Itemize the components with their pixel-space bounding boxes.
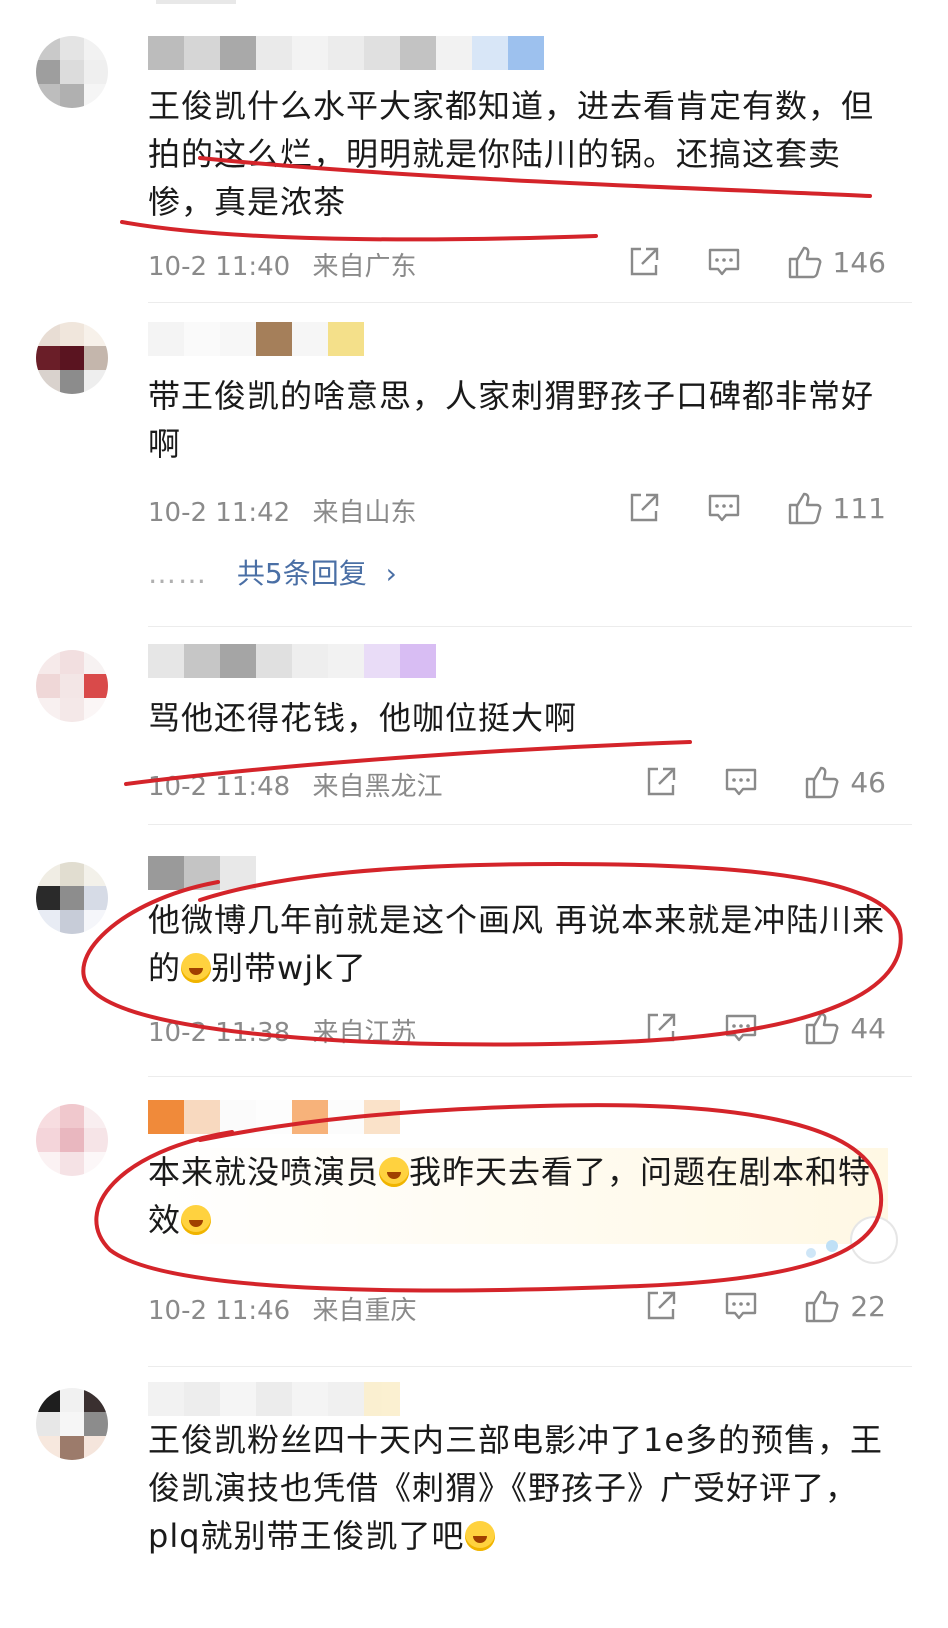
like-icon [806,766,839,799]
comment-button[interactable] [724,1290,758,1322]
like-count: 111 [832,491,886,525]
comment-icon [726,1014,757,1042]
comment-meta: 10-2 11:48 来自黑龙江 [148,766,456,803]
like-button[interactable]: 22 [804,1288,886,1324]
laugh-cry-emoji [379,1157,410,1187]
divider [148,824,912,825]
comment-text-part: 王俊凯粉丝四十天内三部电影冲了1e多的预售，王俊凯演技也凭借《刺猬》《野孩子》广… [148,1421,884,1555]
laugh-cry-emoji [181,1205,212,1235]
comment-icon [726,1292,757,1320]
username-pixelated[interactable] [148,1100,400,1134]
comment-icon [726,768,757,796]
laugh-cry-emoji [464,1521,495,1551]
comment-time: 10-2 11:48 [148,772,291,802]
comment-text-part: 别带wjk了 [211,949,367,987]
comment-text: 带王俊凯的啥意思，人家刺猬野孩子口碑都非常好啊 [148,377,875,463]
comment-button[interactable] [724,766,758,798]
avatar[interactable] [36,650,108,722]
laugh-cry-emoji [181,953,212,983]
like-count: 44 [850,1011,886,1045]
comment-text: 本来就没喷演员 我昨天去看了，问题在剧本和特效 [148,1148,888,1244]
top-edge [156,0,236,4]
share-icon [630,247,658,276]
like-count: 146 [832,245,886,279]
divider [148,626,912,627]
comment-icon [708,494,739,522]
comment-text: 王俊凯什么水平大家都知道，进去看肯定有数，但拍的这么烂，明明就是你陆川的锅。还搞… [148,87,875,221]
username-pixelated[interactable] [148,322,364,356]
comment-location: 来自黑龙江 [312,772,443,802]
comment-actions: 46 [644,764,886,800]
comment-text-part: 本来就没喷演员 [148,1153,380,1191]
comment-text: 他微博几年前就是这个画风 再说本来就是冲陆川来的 别带wjk了 [148,896,888,992]
comment-time: 10-2 11:46 [148,1296,291,1326]
avatar[interactable] [36,36,108,108]
replies-dots: …… [148,557,208,590]
like-button[interactable]: 44 [804,1010,886,1046]
share-button[interactable] [627,245,661,279]
comment-location: 来自江苏 [312,1018,417,1048]
share-icon [648,1291,676,1320]
like-icon [806,1290,839,1323]
share-icon [648,767,676,796]
comment-actions: 22 [644,1288,886,1324]
like-icon [788,246,821,279]
divider [148,1076,912,1077]
like-count: 46 [850,765,886,799]
comment-location: 来自山东 [312,498,417,528]
comment-meta: 10-2 11:46 来自重庆 [148,1290,430,1327]
bubble-decoration [806,1248,816,1258]
replies-label: 共5条回复 [236,557,367,590]
comment-button[interactable] [707,246,741,278]
username-pixelated[interactable] [148,856,256,890]
share-icon [630,493,658,522]
bubble-decoration [826,1240,838,1252]
avatar[interactable] [36,1388,108,1460]
username-pixelated[interactable] [148,36,544,70]
comment-button[interactable] [707,492,741,524]
sticker-decoration [850,1216,898,1264]
like-button[interactable]: 111 [787,490,886,526]
username-pixelated[interactable] [148,644,436,678]
comment-meta: 10-2 11:38 来自江苏 [148,1012,430,1049]
comment-actions: 146 [627,244,886,280]
like-button[interactable]: 46 [804,764,886,800]
like-icon [806,1012,839,1045]
avatar[interactable] [36,322,108,394]
comment-actions: 44 [644,1010,886,1046]
comment-time: 10-2 11:42 [148,498,291,528]
comment-meta: 10-2 11:40 来自广东 [148,246,430,283]
share-button[interactable] [644,1011,678,1045]
chevron-right-icon: › [385,557,397,590]
like-icon [788,492,821,525]
comment-icon [708,248,739,276]
avatar[interactable] [36,862,108,934]
comment-location: 来自重庆 [312,1296,417,1326]
share-button[interactable] [627,491,661,525]
comment-actions: 111 [627,490,886,526]
divider [148,302,912,303]
comment-button[interactable] [724,1012,758,1044]
share-button[interactable] [644,1289,678,1323]
view-replies-link[interactable]: …… 共5条回复 › [148,552,397,592]
comment-time: 10-2 11:38 [148,1018,291,1048]
comment-location: 来自广东 [312,252,417,282]
comment-text: 王俊凯粉丝四十天内三部电影冲了1e多的预售，王俊凯演技也凭借《刺猬》《野孩子》广… [148,1416,888,1560]
username-pixelated[interactable] [148,1382,400,1416]
comment-text: 骂他还得花钱，他咖位挺大啊 [148,699,578,737]
comment-meta: 10-2 11:42 来自山东 [148,492,430,529]
comment-time: 10-2 11:40 [148,252,291,282]
avatar[interactable] [36,1104,108,1176]
share-button[interactable] [644,765,678,799]
like-count: 22 [850,1289,886,1323]
like-button[interactable]: 146 [787,244,886,280]
share-icon [648,1013,676,1042]
divider [148,1366,912,1367]
